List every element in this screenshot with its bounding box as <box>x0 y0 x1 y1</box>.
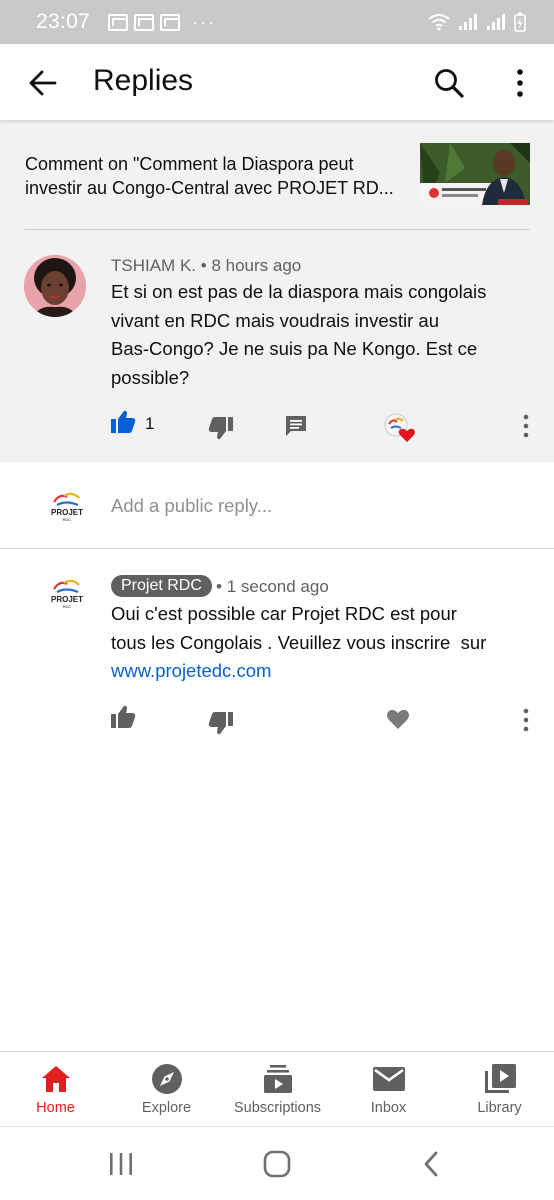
public-reply-input[interactable]: Add a public reply... <box>111 495 272 517</box>
home-icon <box>41 1066 70 1092</box>
svg-text:RDC: RDC <box>63 517 72 522</box>
signal-icon <box>487 14 505 30</box>
dislike-icon[interactable] <box>208 711 234 735</box>
signal-icon <box>459 14 477 30</box>
comment-line: Bas-Congo? Je ne suis pa Ne Kongo. Est c… <box>111 338 478 359</box>
svg-text:PROJET: PROJET <box>51 508 83 517</box>
gmail-notification-icon <box>108 13 129 31</box>
video-thumbnail[interactable] <box>420 143 530 205</box>
comment-on-video-link[interactable]: Comment on "Comment la Diaspora peut inv… <box>25 152 405 200</box>
like-icon-active[interactable] <box>110 410 136 434</box>
wifi-icon <box>428 14 450 31</box>
svg-text:RDC: RDC <box>63 604 72 609</box>
add-reply-row: PROJET RDC Add a public reply... <box>0 462 554 549</box>
nav-label: Home <box>36 1100 75 1116</box>
home-button-icon[interactable] <box>263 1150 291 1178</box>
app-bar: Replies <box>0 44 554 120</box>
library-icon <box>484 1064 516 1093</box>
comment-body: Et si on est pas de la diaspora mais con… <box>111 278 531 392</box>
reply-time: 1 second ago <box>226 577 329 596</box>
parent-comment-section: Comment on "Comment la Diaspora peut inv… <box>0 120 554 462</box>
reply-link[interactable]: www.projetedc.com <box>111 657 541 686</box>
more-vertical-icon[interactable] <box>519 413 533 439</box>
back-arrow-icon[interactable] <box>26 66 60 100</box>
creator-heart-icon <box>383 412 415 444</box>
gmail-notification-icon <box>160 13 181 31</box>
reply-meta: • 1 second ago <box>216 577 329 597</box>
nav-label: Subscriptions <box>233 1100 322 1116</box>
reply-comment: PROJET RDC Projet RDC • 1 second ago Oui… <box>0 549 554 749</box>
like-icon[interactable] <box>110 705 136 729</box>
reply-line: Oui c'est possible car Projet RDC est po… <box>111 603 457 624</box>
comment-line: Et si on est pas de la diaspora mais con… <box>111 281 487 302</box>
status-time: 23:07 <box>36 10 91 33</box>
dislike-icon[interactable] <box>208 416 234 440</box>
svg-text:PROJET: PROJET <box>51 595 83 604</box>
like-count: 1 <box>145 414 155 433</box>
compass-icon <box>151 1064 182 1094</box>
avatar[interactable] <box>24 255 86 317</box>
nav-library[interactable]: Library <box>444 1052 554 1127</box>
nav-label: Library <box>477 1100 522 1116</box>
comment-on-line: investir au Congo-Central avec PROJET RD… <box>25 178 394 198</box>
nav-home[interactable]: Home <box>0 1052 111 1127</box>
more-notifications-dots: ··· <box>192 11 217 32</box>
mail-icon <box>372 1067 405 1091</box>
system-status-icons <box>428 12 526 32</box>
nav-label: Inbox <box>370 1100 407 1116</box>
notification-icons <box>108 13 181 31</box>
comment-meta: TSHIAM K. • 8 hours ago <box>111 256 301 276</box>
system-navigation-bar <box>0 1126 554 1200</box>
bottom-navigation: Home Explore Subscriptions Inbox Library <box>0 1051 554 1126</box>
comment-line: possible? <box>111 366 190 388</box>
meta-separator: • <box>216 577 227 596</box>
more-vertical-icon[interactable] <box>508 66 532 100</box>
nav-explore[interactable]: Explore <box>111 1052 222 1127</box>
search-icon[interactable] <box>432 66 466 100</box>
comment-on-line: Comment on "Comment la Diaspora peut <box>25 154 354 174</box>
reply-line: tous les Congolais . Veuillez vous inscr… <box>111 631 487 653</box>
divider <box>25 229 530 230</box>
more-vertical-icon[interactable] <box>519 707 533 733</box>
page-title: Replies <box>93 64 194 97</box>
comment-line: vivant en RDC mais voudrais investir au <box>111 309 439 331</box>
meta-separator: • <box>200 256 212 275</box>
reply-body: Oui c'est possible car Projet RDC est po… <box>111 600 541 686</box>
channel-logo: PROJET RDC <box>49 488 85 524</box>
nav-inbox[interactable]: Inbox <box>333 1052 444 1127</box>
heart-icon[interactable] <box>386 708 410 730</box>
status-bar: 23:07 ··· <box>0 0 554 44</box>
comment-author[interactable]: TSHIAM K. <box>111 256 196 275</box>
channel-logo[interactable]: PROJET RDC <box>48 574 86 612</box>
comment-time: 8 hours ago <box>211 256 302 275</box>
battery-charging-icon <box>514 12 526 32</box>
subscriptions-icon <box>263 1065 292 1093</box>
channel-name-chip[interactable]: Projet RDC <box>111 575 212 597</box>
reply-comment-icon[interactable] <box>284 414 308 438</box>
nav-label: Explore <box>141 1100 192 1116</box>
back-button-icon[interactable] <box>421 1150 441 1178</box>
gmail-notification-icon <box>134 13 155 31</box>
recent-apps-icon[interactable] <box>108 1151 134 1177</box>
nav-subscriptions[interactable]: Subscriptions <box>222 1052 333 1127</box>
